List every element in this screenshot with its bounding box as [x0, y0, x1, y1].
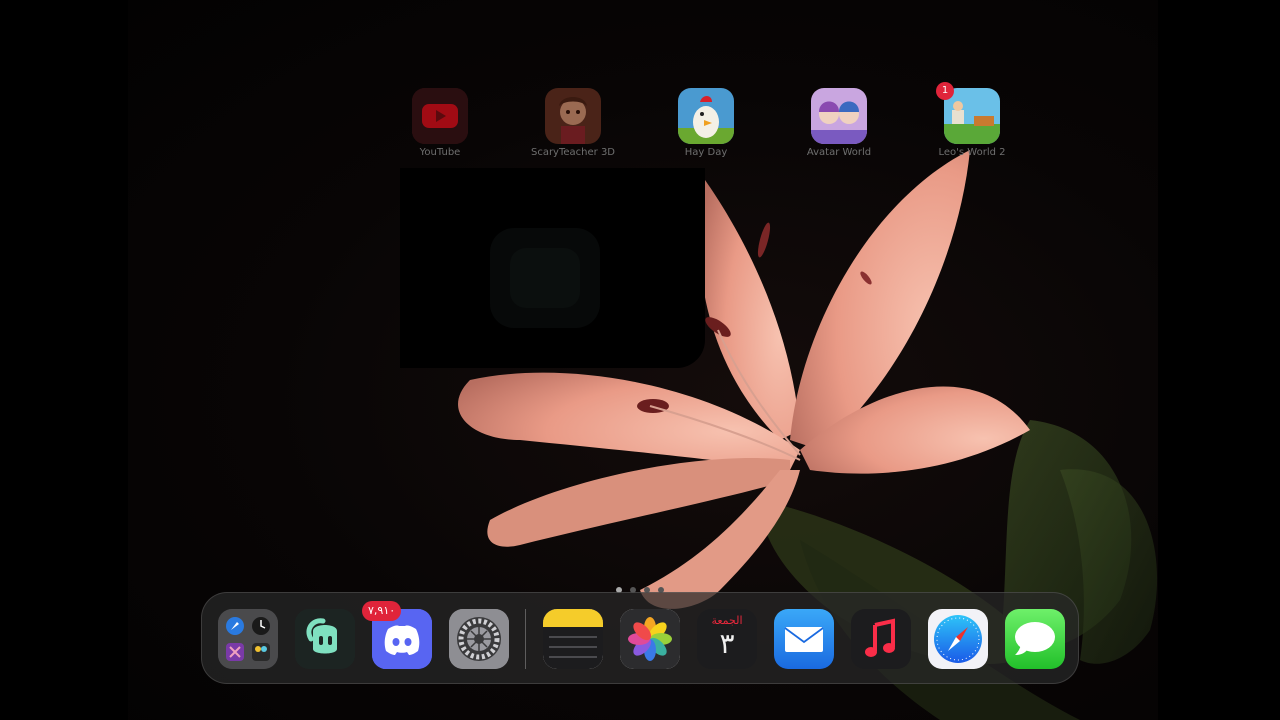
chat-bot-icon — [295, 609, 355, 669]
calendar-weekday: الجمعة — [711, 614, 743, 627]
dock: ٧,٩١٠ الجمعة ٣ — [201, 592, 1079, 684]
app-leos-world[interactable]: Leo's World 2 — [912, 88, 1032, 158]
app-label: Leo's World 2 — [938, 147, 1006, 158]
app-label: Hay Day — [684, 147, 728, 158]
settings[interactable] — [449, 609, 509, 669]
leos-world-icon — [944, 88, 1000, 144]
safari[interactable] — [928, 609, 988, 669]
mail-icon — [774, 609, 834, 669]
chat-app[interactable] — [295, 609, 355, 669]
app-label: Avatar World — [806, 147, 872, 158]
app-avatar-world[interactable]: Avatar World — [779, 88, 899, 158]
app-label: YouTube — [419, 147, 461, 158]
scary-teacher-icon — [545, 88, 601, 144]
photos[interactable] — [620, 609, 680, 669]
mail[interactable] — [774, 609, 834, 669]
app-scary-teacher[interactable]: ScaryTeacher 3D — [513, 88, 633, 158]
safari-icon — [928, 609, 988, 669]
messages[interactable] — [1005, 609, 1065, 669]
notes-icon — [543, 609, 603, 669]
notification-badge: 1 — [936, 82, 954, 100]
music[interactable] — [851, 609, 911, 669]
discord-notification-badge: ٧,٩١٠ — [362, 601, 402, 621]
messages-icon — [1005, 609, 1065, 669]
app-library-folder[interactable] — [218, 609, 278, 669]
app-youtube[interactable]: YouTube — [380, 88, 500, 158]
folder-grid-icon — [218, 609, 278, 669]
hay-day-icon — [678, 88, 734, 144]
faint-app-icon — [490, 228, 600, 328]
app-hay-day[interactable]: Hay Day — [646, 88, 766, 158]
gear-icon — [449, 609, 509, 669]
music-icon — [851, 609, 911, 669]
avatar-world-icon — [811, 88, 867, 144]
calendar[interactable]: الجمعة ٣ — [697, 609, 757, 669]
youtube-icon — [412, 88, 468, 144]
app-label: ScaryTeacher 3D — [530, 147, 616, 158]
photos-icon — [620, 609, 680, 669]
dock-separator — [525, 609, 526, 669]
notes[interactable] — [543, 609, 603, 669]
calendar-date: ٣ — [719, 627, 735, 660]
app-window-overlay[interactable] — [400, 168, 705, 368]
